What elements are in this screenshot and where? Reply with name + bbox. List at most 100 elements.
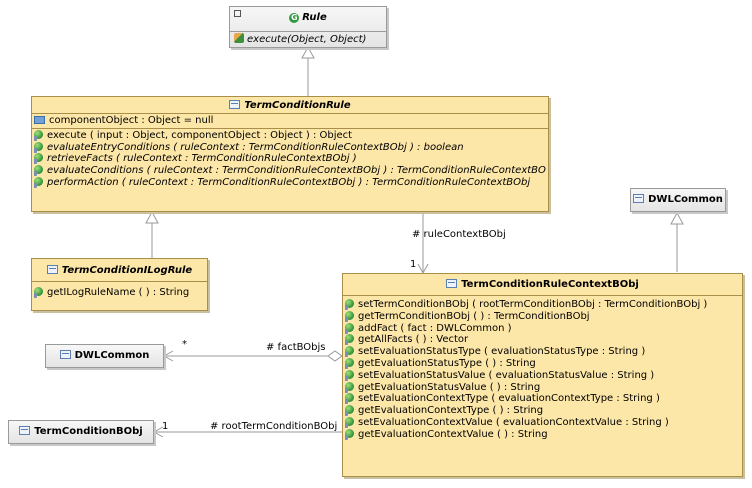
method-label: getEvaluationStatusValue ( ) : String <box>358 381 541 393</box>
generalization-rule-arrow <box>301 45 315 59</box>
method-row[interactable]: setTermConditionBObj ( rootTermCondition… <box>345 299 740 311</box>
method-icon <box>345 405 354 417</box>
method-icon <box>34 141 43 153</box>
method-label: getTermConditionBObj ( ) : TermCondition… <box>358 310 590 322</box>
method-label: getAllFacts ( ) : Vector <box>358 334 469 346</box>
method-icon <box>345 322 354 334</box>
aggregation-diamond <box>327 350 343 362</box>
facts-role-label: # factBObjs <box>266 342 326 353</box>
method-row[interactable]: getEvaluationStatusValue ( ) : String <box>345 381 740 394</box>
rule-context-role-label: # ruleContextBObj <box>412 229 506 240</box>
method-label: execute ( input : Object, componentObjec… <box>47 129 353 141</box>
dwl-common-left-name: DWLCommon <box>74 350 150 361</box>
attribute-section: componentObject : Object = null <box>32 114 548 128</box>
method-row[interactable]: setEvaluationStatusType ( evaluationStat… <box>345 346 740 358</box>
method-label: setEvaluationStatusValue ( evaluationSta… <box>358 369 655 381</box>
class-icon <box>446 279 458 288</box>
method-icon <box>345 416 354 428</box>
abstract-method-icon <box>234 33 244 43</box>
term-condition-rule-name: TermConditionRule <box>244 100 351 111</box>
class-icon <box>229 100 241 109</box>
method-row[interactable]: evaluateConditions ( ruleContext : TermC… <box>34 165 546 177</box>
method-row[interactable]: getEvaluationContextValue ( ) : String <box>345 428 740 441</box>
ilog-rule-header: TermConditionILogRule <box>32 259 207 282</box>
method-row[interactable]: retrieveFacts ( ruleContext : TermCondit… <box>34 153 546 165</box>
method-label: performAction ( ruleContext : TermCondit… <box>47 176 531 188</box>
method-row[interactable]: getEvaluationContextType ( ) : String <box>345 405 740 417</box>
class-icon <box>19 426 31 435</box>
method-label: getILogRuleName ( ) : String <box>47 287 190 298</box>
rule-name: Rule <box>302 12 327 23</box>
method-icon <box>34 129 43 141</box>
method-label: setEvaluationContextType ( evaluationCon… <box>358 393 660 405</box>
term-condition-bobj-header: TermConditionBObj <box>9 421 153 439</box>
method-icon <box>345 428 354 440</box>
method-icon <box>34 153 43 165</box>
method-row[interactable]: getEvaluationStatusType ( ) : String <box>345 357 740 370</box>
method-label: getEvaluationStatusType ( ) : String <box>358 357 536 369</box>
dwl-common-left-header: DWLCommon <box>46 345 163 363</box>
interface-marker-icon <box>234 10 241 17</box>
dwl-common-right-header: DWLCommon <box>631 189 725 207</box>
method-row[interactable]: performAction ( ruleContext : TermCondit… <box>34 176 546 189</box>
method-row[interactable]: addFact ( fact : DWLCommon ) <box>345 322 740 335</box>
context-bobj-name: TermConditionRuleContextBObj <box>461 279 639 290</box>
method-row[interactable]: setEvaluationContextValue ( evaluationCo… <box>345 416 740 429</box>
dwl-common-right-name: DWLCommon <box>648 194 723 205</box>
ilog-rule-name: TermConditionILogRule <box>61 265 193 276</box>
method-label: retrieveFacts ( ruleContext : TermCondit… <box>47 153 357 165</box>
class-icon <box>46 265 58 274</box>
rule-method[interactable]: execute(Object, Object) <box>230 32 386 46</box>
class-icon <box>633 194 645 203</box>
method-icon <box>34 176 43 188</box>
method-icon <box>345 299 354 310</box>
method-icon <box>345 369 354 381</box>
method-row[interactable]: setEvaluationStatusValue ( evaluationSta… <box>345 369 740 382</box>
method-icon <box>34 165 43 177</box>
method-row[interactable]: execute ( input : Object, componentObjec… <box>34 129 546 142</box>
rule-method-label: execute(Object, Object) <box>247 34 367 45</box>
rule-header: G Rule <box>230 7 386 32</box>
method-icon <box>345 310 354 322</box>
method-section: getILogRuleName ( ) : String <box>32 282 207 300</box>
method-icon <box>345 381 354 393</box>
generalization-dwl-arrow <box>670 211 684 225</box>
term-condition-bobj-name: TermConditionBObj <box>34 426 143 437</box>
method-label: setEvaluationContextValue ( evaluationCo… <box>358 416 669 428</box>
facts-multiplicity-label: * <box>182 339 187 350</box>
method-label: setEvaluationStatusType ( evaluationStat… <box>358 346 646 358</box>
term-condition-rule-class[interactable]: TermConditionRule componentObject : Obje… <box>31 96 549 212</box>
method-label: evaluateEntryConditions ( ruleContext : … <box>47 141 464 153</box>
dwl-common-right-class[interactable]: DWLCommon <box>630 188 726 212</box>
method-label: setTermConditionBObj ( rootTermCondition… <box>358 299 708 310</box>
method-icon <box>345 393 354 405</box>
attribute-label: componentObject : Object = null <box>49 115 214 126</box>
method-row[interactable]: getTermConditionBObj ( ) : TermCondition… <box>345 310 740 323</box>
method-icon <box>34 287 43 298</box>
root-multiplicity-label: 1 <box>162 421 169 432</box>
context-bobj-class[interactable]: TermConditionRuleContextBObj setTermCond… <box>342 273 743 477</box>
method-icon <box>345 357 354 369</box>
class-icon <box>59 350 71 359</box>
interface-icon: G <box>289 13 300 23</box>
method-icon <box>345 346 354 358</box>
method-row[interactable]: setEvaluationContextType ( evaluationCon… <box>345 393 740 405</box>
method-label: addFact ( fact : DWLCommon ) <box>358 322 512 334</box>
term-condition-rule-header: TermConditionRule <box>32 97 548 114</box>
method-section: setTermConditionBObj ( rootTermCondition… <box>343 296 742 442</box>
root-role-label: # rootTermConditionBObj <box>210 421 338 432</box>
generalization-ilog-arrow <box>145 210 159 224</box>
method-row[interactable]: evaluateEntryConditions ( ruleContext : … <box>34 141 546 154</box>
method-label: getEvaluationContextValue ( ) : String <box>358 428 548 440</box>
attribute-row[interactable]: componentObject : Object = null <box>34 115 546 127</box>
method-row[interactable]: getILogRuleName ( ) : String <box>34 287 205 299</box>
term-condition-bobj-class[interactable]: TermConditionBObj <box>8 420 154 444</box>
rule-class[interactable]: G Rule execute(Object, Object) <box>229 6 387 48</box>
context-bobj-header: TermConditionRuleContextBObj <box>343 274 742 296</box>
method-section: execute ( input : Object, componentObjec… <box>32 127 548 190</box>
method-icon <box>345 334 354 346</box>
dwl-common-left-class[interactable]: DWLCommon <box>45 344 164 368</box>
method-row[interactable]: getAllFacts ( ) : Vector <box>345 334 740 346</box>
field-icon <box>34 116 45 124</box>
ilog-rule-class[interactable]: TermConditionILogRule getILogRuleName ( … <box>31 258 208 311</box>
